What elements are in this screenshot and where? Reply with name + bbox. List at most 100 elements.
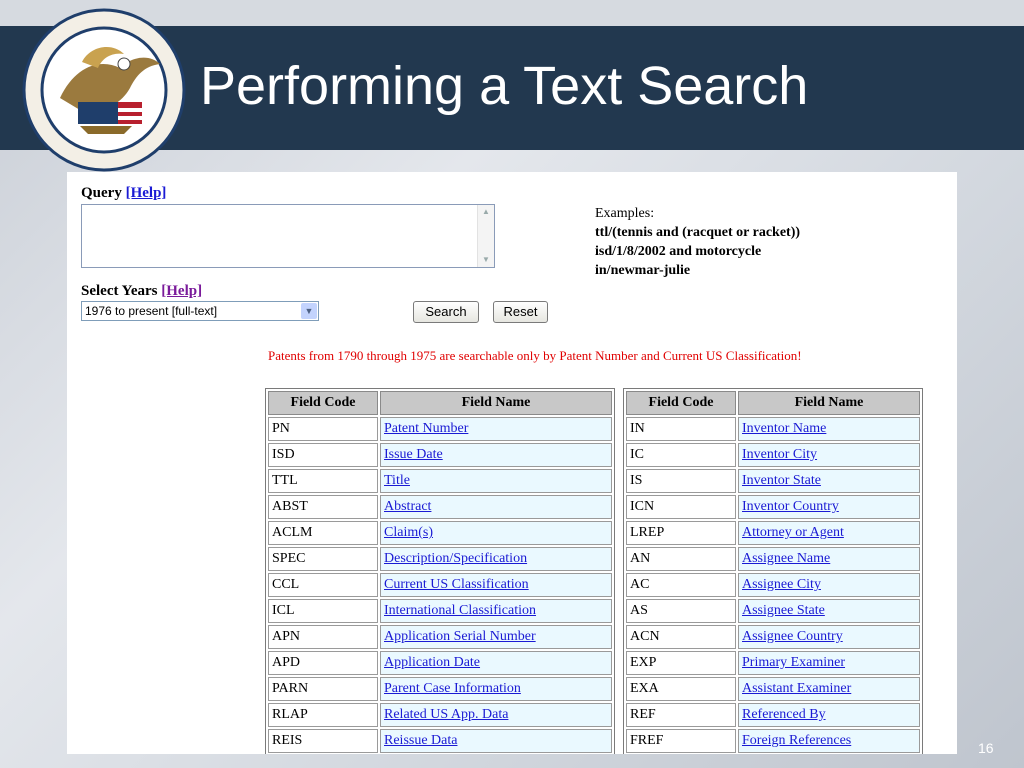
field-code: RLAP — [268, 703, 378, 727]
example-item: in/newmar-julie — [595, 263, 691, 278]
field-name-cell: Patent Number — [380, 417, 612, 441]
field-name-cell: Primary Examiner — [738, 651, 920, 675]
query-textarea[interactable]: ▲ ▼ — [81, 204, 495, 268]
field-name-link[interactable]: International Classification — [384, 603, 536, 618]
field-name-cell: Inventor City — [738, 443, 920, 467]
field-code: ACN — [626, 625, 736, 649]
search-button[interactable]: Search — [413, 301, 479, 323]
select-years-text: Select Years — [81, 283, 158, 299]
field-code: EXA — [626, 677, 736, 701]
table-row: ICN Inventor Country — [626, 495, 920, 519]
field-name-link[interactable]: Application Date — [384, 655, 480, 670]
slide-title: Performing a Text Search — [200, 56, 809, 116]
chevron-down-icon[interactable]: ▼ — [301, 303, 317, 319]
reset-button[interactable]: Reset — [493, 301, 548, 323]
field-name-link[interactable]: Attorney or Agent — [742, 525, 844, 540]
field-name-link[interactable]: Inventor Name — [742, 421, 826, 436]
field-code: ABST — [268, 495, 378, 519]
field-code: AC — [626, 573, 736, 597]
field-name-cell: Reissue Data — [380, 729, 612, 753]
field-name-cell: Referenced By — [738, 703, 920, 727]
field-name-cell: Application Serial Number — [380, 625, 612, 649]
field-name-link[interactable]: Application Serial Number — [384, 629, 536, 644]
field-name-link[interactable]: Assignee City — [742, 577, 821, 592]
field-code: ICL — [268, 599, 378, 623]
field-name-link[interactable]: Parent Case Information — [384, 681, 521, 696]
examples-title: Examples: — [595, 206, 655, 221]
table-header-row: Field Code Field Name — [268, 391, 612, 415]
query-label-text: Query — [81, 185, 122, 201]
scroll-up-icon[interactable]: ▲ — [480, 207, 492, 217]
table-row: ACN Assignee Country — [626, 625, 920, 649]
field-name-cell: Assignee Name — [738, 547, 920, 571]
table-row: PARN Parent Case Information — [268, 677, 612, 701]
examples-block: Examples: ttl/(tennis and (racquet or ra… — [595, 204, 800, 280]
field-name-link[interactable]: Claim(s) — [384, 525, 433, 540]
table-row: IC Inventor City — [626, 443, 920, 467]
field-code: CCL — [268, 573, 378, 597]
field-name-link[interactable]: Reissue Data — [384, 733, 457, 748]
field-code: TTL — [268, 469, 378, 493]
table-row: IN Inventor Name — [626, 417, 920, 441]
field-name-cell: Abstract — [380, 495, 612, 519]
field-name-link[interactable]: Description/Specification — [384, 551, 527, 566]
years-dropdown[interactable]: 1976 to present [full-text] ▼ — [81, 301, 319, 321]
field-name-link[interactable]: Assignee Name — [742, 551, 830, 566]
field-name-link[interactable]: Assignee State — [742, 603, 825, 618]
example-item: isd/1/8/2002 and motorcycle — [595, 244, 762, 259]
table-row: CCL Current US Classification — [268, 573, 612, 597]
field-code: IS — [626, 469, 736, 493]
field-name-link[interactable]: Referenced By — [742, 707, 826, 722]
field-name-cell: Description/Specification — [380, 547, 612, 571]
field-code: IC — [626, 443, 736, 467]
field-code: PN — [268, 417, 378, 441]
table-row: IS Inventor State — [626, 469, 920, 493]
field-name-link[interactable]: Title — [384, 473, 410, 488]
field-name-link[interactable]: Abstract — [384, 499, 431, 514]
field-codes-table-right: Field Code Field Name IN Inventor Name IC… — [623, 388, 923, 754]
table-row: PN Patent Number — [268, 417, 612, 441]
field-name-cell: Application Date — [380, 651, 612, 675]
table-row: APD Application Date — [268, 651, 612, 675]
field-name-link[interactable]: Inventor City — [742, 447, 817, 462]
query-scrollbar[interactable]: ▲ ▼ — [477, 205, 494, 267]
table-row: EXP Primary Examiner — [626, 651, 920, 675]
field-code: REF — [626, 703, 736, 727]
table-row: ISD Issue Date — [268, 443, 612, 467]
field-name-cell: Current US Classification — [380, 573, 612, 597]
column-header: Field Code — [626, 391, 736, 415]
column-header: Field Code — [268, 391, 378, 415]
field-name-link[interactable]: Foreign References — [742, 733, 851, 748]
field-code: APN — [268, 625, 378, 649]
field-name-link[interactable]: Inventor Country — [742, 499, 839, 514]
example-item: ttl/(tennis and (racquet or racket)) — [595, 225, 801, 240]
field-name-cell: Assignee City — [738, 573, 920, 597]
table-row: LREP Attorney or Agent — [626, 521, 920, 545]
field-code: LREP — [626, 521, 736, 545]
field-name-link[interactable]: Inventor State — [742, 473, 821, 488]
table-row: ACLM Claim(s) — [268, 521, 612, 545]
select-years-label: Select Years [Help] — [81, 283, 202, 300]
scroll-down-icon[interactable]: ▼ — [480, 255, 492, 265]
table-row: RLAP Related US App. Data — [268, 703, 612, 727]
field-name-link[interactable]: Patent Number — [384, 421, 468, 436]
table-row: AC Assignee City — [626, 573, 920, 597]
table-row: AN Assignee Name — [626, 547, 920, 571]
query-label: Query [Help] — [81, 185, 166, 202]
table-row: REF Referenced By — [626, 703, 920, 727]
field-name-link[interactable]: Assignee Country — [742, 629, 843, 644]
uspto-seal-logo — [22, 8, 186, 172]
field-name-link[interactable]: Primary Examiner — [742, 655, 845, 670]
field-name-link[interactable]: Current US Classification — [384, 577, 529, 592]
column-header: Field Name — [738, 391, 920, 415]
table-row: FREF Foreign References — [626, 729, 920, 753]
field-name-link[interactable]: Assistant Examiner — [742, 681, 851, 696]
field-name-link[interactable]: Issue Date — [384, 447, 443, 462]
query-help-link[interactable]: [Help] — [126, 185, 167, 201]
table-row: REIS Reissue Data — [268, 729, 612, 753]
field-code: REIS — [268, 729, 378, 753]
field-name-cell: Foreign References — [738, 729, 920, 753]
field-code: AN — [626, 547, 736, 571]
years-help-link[interactable]: [Help] — [161, 283, 202, 299]
field-name-link[interactable]: Related US App. Data — [384, 707, 508, 722]
